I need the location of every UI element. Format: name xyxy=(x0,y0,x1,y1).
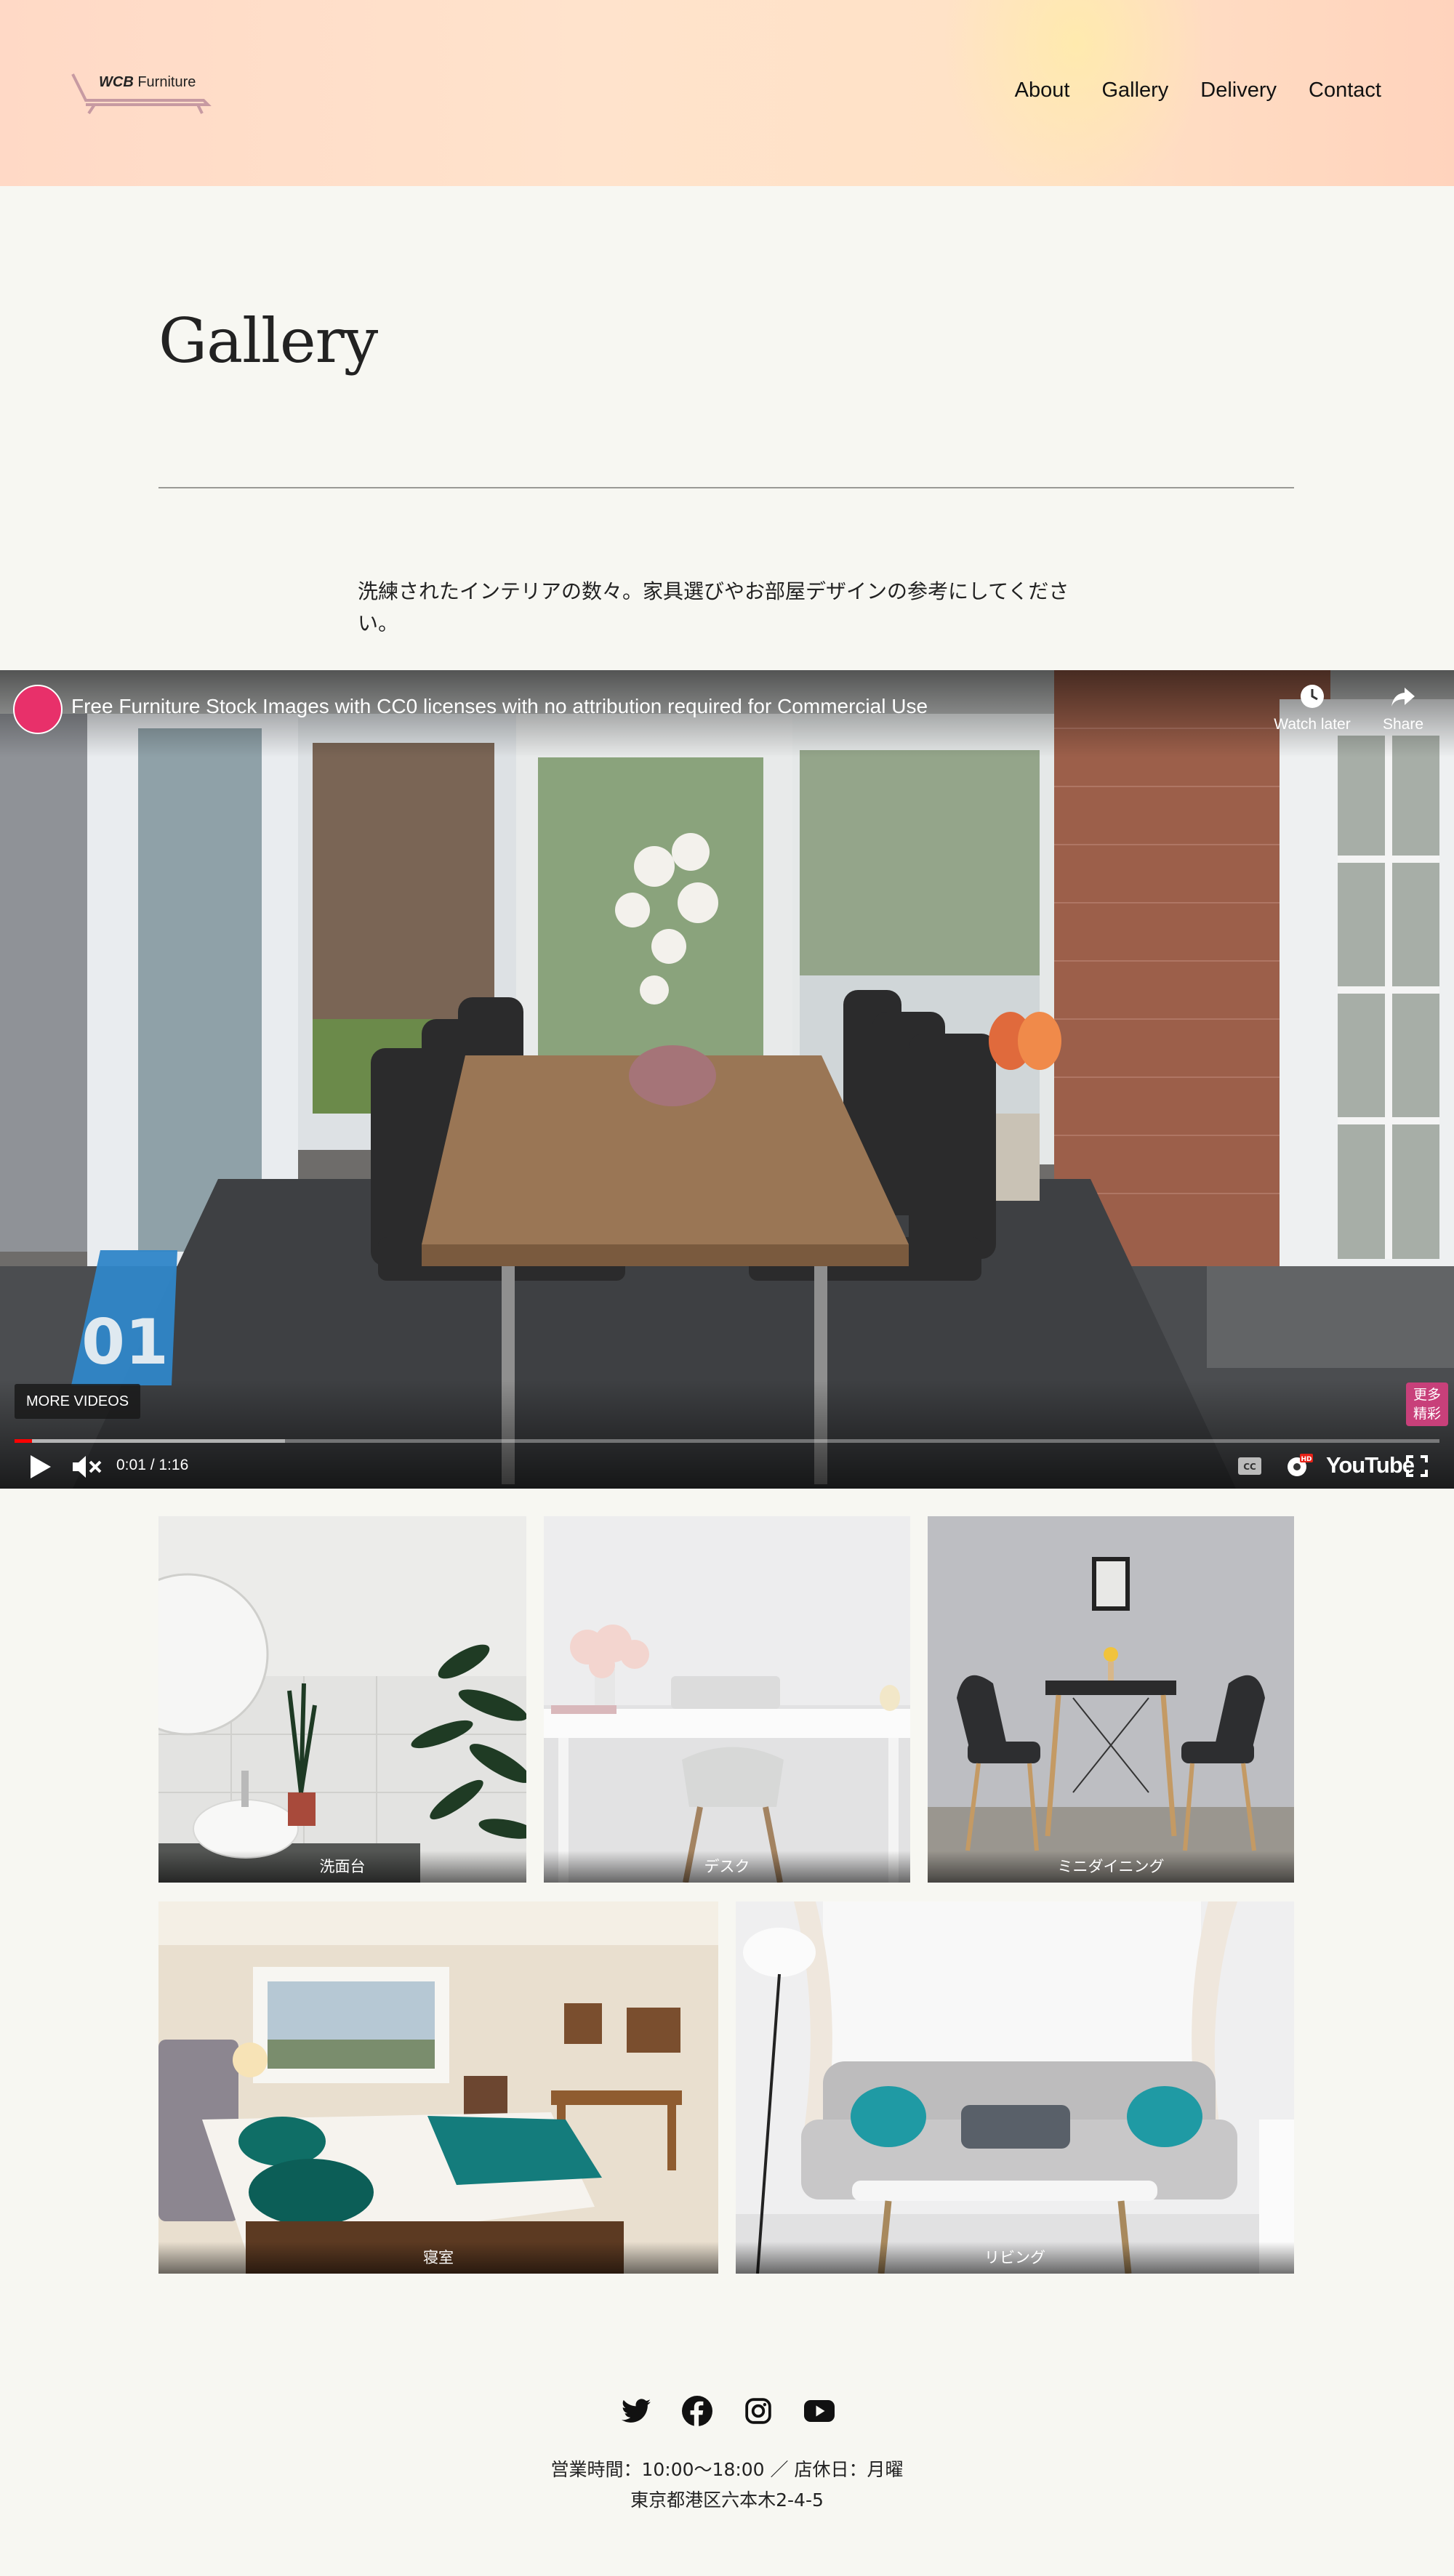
instagram-icon[interactable] xyxy=(739,2391,778,2431)
page-title: Gallery xyxy=(158,305,378,377)
more-videos-button[interactable]: MORE VIDEOS xyxy=(15,1384,141,1419)
share-button[interactable]: Share xyxy=(1367,683,1439,733)
video-embed[interactable]: Free Furniture Stock Images with CC0 lic… xyxy=(0,670,1454,1489)
living-room-photo xyxy=(736,1901,1294,2274)
intro-text: 洗練されたインテリアの数々。家具選びやお部屋デザインの参考にしてください。 xyxy=(358,579,1069,635)
progress-buffered xyxy=(15,1439,286,1443)
nav-link-gallery[interactable]: Gallery xyxy=(1101,79,1168,102)
nav-link-about[interactable]: About xyxy=(1015,79,1070,102)
main-nav: About Gallery Delivery Contact xyxy=(1015,79,1381,102)
bedroom-photo xyxy=(158,1901,718,2274)
player-controls xyxy=(0,1448,1454,1489)
channel-avatar[interactable] xyxy=(13,685,63,734)
clock-icon xyxy=(1301,685,1324,708)
gallery-caption: リビング xyxy=(736,2242,1294,2274)
svg-text:CC: CC xyxy=(1243,1462,1256,1472)
mini-dining-photo xyxy=(928,1516,1294,1883)
gallery-caption: デスク xyxy=(544,1851,910,1883)
progress-bar[interactable] xyxy=(15,1439,1439,1443)
watch-later-label: Watch later xyxy=(1274,716,1351,733)
gallery-item-bedroom[interactable]: 寝室 xyxy=(158,1901,718,2274)
twitter-icon[interactable] xyxy=(616,2391,656,2431)
settings-gear-icon[interactable]: HD xyxy=(1284,1452,1313,1480)
time-display: 0:01 / 1:16 xyxy=(116,1457,189,1473)
nav-link-contact[interactable]: Contact xyxy=(1309,79,1381,102)
fullscreen-icon[interactable] xyxy=(1406,1455,1428,1477)
desk-photo xyxy=(544,1516,910,1883)
title-divider xyxy=(158,487,1294,488)
watch-later-button[interactable]: Watch later xyxy=(1265,683,1359,733)
share-arrow-icon xyxy=(1391,688,1415,707)
washbasin-photo xyxy=(158,1516,526,1883)
youtube-icon[interactable] xyxy=(800,2391,839,2431)
gallery-caption: 寝室 xyxy=(158,2242,718,2274)
logo-text: WCB Furniture xyxy=(99,74,196,91)
gallery-item-desk[interactable]: デスク xyxy=(544,1516,910,1883)
gallery-item-living[interactable]: リビング xyxy=(736,1901,1294,2274)
video-thumbnail xyxy=(0,670,1454,1489)
episode-number-badge: 01 xyxy=(71,1250,177,1385)
youtube-logo[interactable]: YouTube xyxy=(1326,1452,1415,1478)
more-clips-button[interactable]: 更多 精彩 xyxy=(1406,1382,1448,1426)
progress-played xyxy=(15,1439,32,1443)
gallery-caption: 洗面台 xyxy=(158,1851,526,1883)
site-header: WCB Furniture About Gallery Delivery Con… xyxy=(0,0,1454,186)
social-links xyxy=(616,2391,839,2431)
video-title[interactable]: Free Furniture Stock Images with CC0 lic… xyxy=(71,695,928,718)
svg-text:HD: HD xyxy=(1301,1456,1312,1463)
play-icon[interactable] xyxy=(28,1454,52,1480)
gallery-item-mini-dining[interactable]: ミニダイニング xyxy=(928,1516,1294,1883)
captions-icon[interactable]: CC xyxy=(1237,1457,1262,1476)
mute-icon[interactable] xyxy=(71,1454,102,1480)
logo-name: Furniture xyxy=(137,74,196,90)
nav-link-delivery[interactable]: Delivery xyxy=(1200,79,1277,102)
logo-mark: WCB xyxy=(99,74,134,90)
business-hours: 営業時間：10:00〜18:00 ／ 店休日：月曜 xyxy=(550,2459,904,2480)
share-label: Share xyxy=(1382,716,1424,733)
gallery-item-washbasin[interactable]: 洗面台 xyxy=(158,1516,526,1883)
store-address: 東京都港区六本木2-4-5 xyxy=(630,2490,824,2511)
episode-number: 01 xyxy=(81,1306,169,1379)
gallery-caption: ミニダイニング xyxy=(928,1851,1294,1883)
facebook-icon[interactable] xyxy=(678,2391,717,2431)
site-logo[interactable]: WCB Furniture xyxy=(70,71,212,116)
